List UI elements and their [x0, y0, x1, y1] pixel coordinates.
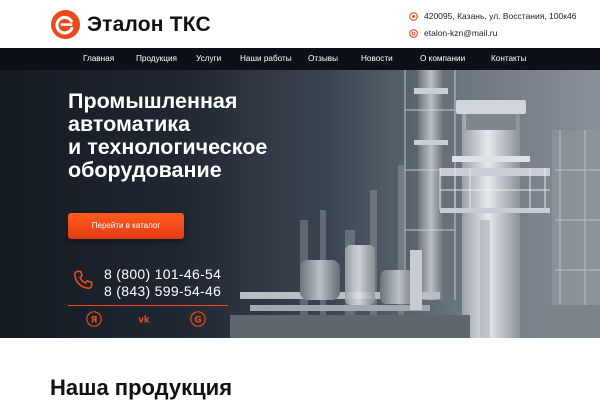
nav-item-works[interactable]: Наши работы	[240, 54, 292, 63]
header-address: 420095, Казань, ул. Восстания, 100к46	[409, 11, 576, 21]
svg-text:vk: vk	[138, 316, 150, 326]
header-email[interactable]: etalon-kzn@mail.ru	[409, 28, 497, 38]
phone-number-2[interactable]: 8 (843) 599-54-46	[104, 283, 221, 299]
brand-name[interactable]: Эталон ТКС	[87, 13, 211, 37]
email-icon	[409, 28, 418, 38]
svg-text:Я: Я	[91, 316, 98, 326]
divider	[68, 305, 228, 306]
vk-icon[interactable]: vk	[136, 311, 152, 327]
nav-item-news[interactable]: Новости	[361, 54, 393, 63]
nav-item-about[interactable]: О компании	[420, 54, 465, 63]
main-nav: Главная Продукция Услуги Наши работы Отз…	[0, 48, 600, 70]
nav-item-home[interactable]: Главная	[83, 54, 114, 63]
svg-text:G: G	[194, 316, 201, 326]
phone-number-1[interactable]: 8 (800) 101-46-54	[104, 266, 221, 282]
nav-item-services[interactable]: Услуги	[196, 54, 221, 63]
location-icon	[409, 11, 418, 21]
hero-banner: Промышленная автоматика и технологическо…	[0, 70, 600, 338]
hero-title-line: оборудование	[68, 158, 222, 182]
nav-item-contacts[interactable]: Контакты	[491, 54, 526, 63]
nav-item-reviews[interactable]: Отзывы	[308, 54, 338, 63]
site-header: Эталон ТКС 420095, Казань, ул. Восстания…	[0, 0, 600, 48]
hero-title-line: Промышленная	[68, 89, 238, 113]
yandex-icon[interactable]: Я	[86, 311, 102, 327]
products-section-title: Наша продукция	[50, 375, 233, 400]
hero-title-line: и технологическое	[68, 135, 268, 159]
google-icon[interactable]: G	[190, 311, 206, 327]
phone-icon	[73, 270, 93, 290]
email-text[interactable]: etalon-kzn@mail.ru	[424, 28, 497, 38]
logo-icon[interactable]	[50, 9, 81, 40]
nav-item-products[interactable]: Продукция	[136, 54, 177, 63]
hero-title: Промышленная автоматика и технологическо…	[68, 90, 328, 182]
address-text: 420095, Казань, ул. Восстания, 100к46	[424, 11, 577, 21]
catalog-button[interactable]: Перейти в каталог	[68, 213, 184, 239]
hero-title-line: автоматика	[68, 112, 191, 136]
